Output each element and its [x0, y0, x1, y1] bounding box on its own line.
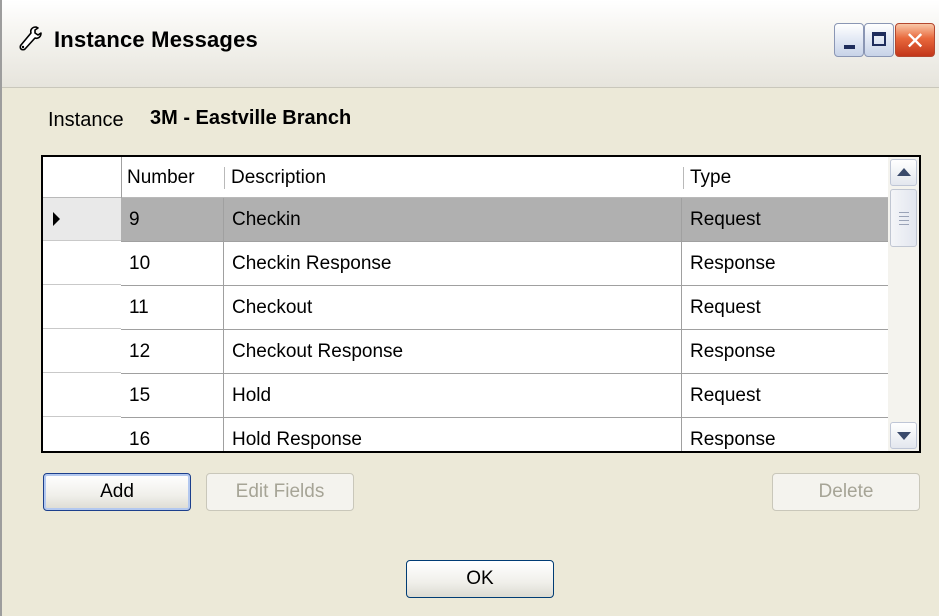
- minimize-button[interactable]: [834, 23, 864, 57]
- window-title: Instance Messages: [54, 27, 258, 52]
- ok-button[interactable]: OK: [406, 560, 554, 598]
- scroll-up-button[interactable]: [890, 159, 917, 186]
- cell-number[interactable]: 11: [121, 286, 224, 329]
- table-row[interactable]: 11 Checkout Request: [121, 286, 888, 330]
- grip-line: [899, 216, 909, 217]
- table-row[interactable]: 9 Checkin Request: [121, 198, 888, 242]
- row-header[interactable]: [43, 242, 121, 285]
- current-row-arrow-icon: [53, 212, 60, 226]
- cell-type[interactable]: Response: [682, 330, 888, 373]
- minimize-icon: [844, 45, 855, 49]
- column-header-description[interactable]: Description: [225, 157, 683, 197]
- close-button[interactable]: ✕: [895, 23, 935, 57]
- cell-description[interactable]: Checkin: [224, 198, 682, 241]
- edit-fields-button[interactable]: Edit Fields: [206, 473, 354, 511]
- row-header[interactable]: [43, 330, 121, 373]
- table-row[interactable]: 12 Checkout Response Response: [121, 330, 888, 374]
- column-header-type[interactable]: Type: [684, 157, 888, 197]
- scroll-down-button[interactable]: [890, 422, 917, 449]
- title-bar[interactable]: Instance Messages ✕: [2, 0, 939, 88]
- delete-button[interactable]: Delete: [772, 473, 920, 511]
- cell-description[interactable]: Hold: [224, 374, 682, 417]
- column-header-number[interactable]: Number: [121, 157, 224, 197]
- instance-messages-window: Instance Messages ✕ Instance 3M - Eastvi…: [0, 0, 939, 616]
- cell-type[interactable]: Request: [682, 286, 888, 329]
- maximize-button[interactable]: [864, 23, 894, 57]
- vertical-scrollbar[interactable]: [888, 157, 919, 451]
- cell-number[interactable]: 15: [121, 374, 224, 417]
- grip-line: [899, 224, 909, 225]
- scroll-down-arrow-icon: [897, 432, 911, 440]
- cell-description[interactable]: Checkout Response: [224, 330, 682, 373]
- scroll-up-arrow-icon: [897, 168, 911, 176]
- maximize-icon: [872, 32, 886, 46]
- cell-type[interactable]: Response: [682, 418, 888, 451]
- messages-grid[interactable]: Number Description Type 9 Checkin Reques…: [41, 155, 921, 453]
- add-button[interactable]: Add: [43, 473, 191, 511]
- cell-number[interactable]: 9: [121, 198, 224, 241]
- cell-description[interactable]: Hold Response: [224, 418, 682, 451]
- cell-description[interactable]: Checkout: [224, 286, 682, 329]
- table-row[interactable]: 15 Hold Request: [121, 374, 888, 418]
- instance-label: Instance: [48, 109, 124, 131]
- scroll-thumb[interactable]: [890, 189, 917, 247]
- wrench-icon: [19, 26, 42, 51]
- grip-line: [899, 220, 909, 221]
- cell-number[interactable]: 16: [121, 418, 224, 451]
- row-header[interactable]: [43, 198, 121, 241]
- cell-number[interactable]: 12: [121, 330, 224, 373]
- table-row[interactable]: 16 Hold Response Response: [121, 418, 888, 451]
- cell-type[interactable]: Response: [682, 242, 888, 285]
- cell-type[interactable]: Request: [682, 198, 888, 241]
- cell-description[interactable]: Checkin Response: [224, 242, 682, 285]
- cell-number[interactable]: 10: [121, 242, 224, 285]
- grid-header: Number Description Type: [43, 157, 888, 198]
- row-header[interactable]: [43, 374, 121, 417]
- instance-value: 3M - Eastville Branch: [150, 107, 352, 129]
- row-header[interactable]: [43, 418, 121, 451]
- close-icon: ✕: [905, 27, 926, 55]
- cell-type[interactable]: Request: [682, 374, 888, 417]
- row-header[interactable]: [43, 286, 121, 329]
- grip-line: [899, 212, 909, 213]
- table-row[interactable]: 10 Checkin Response Response: [121, 242, 888, 286]
